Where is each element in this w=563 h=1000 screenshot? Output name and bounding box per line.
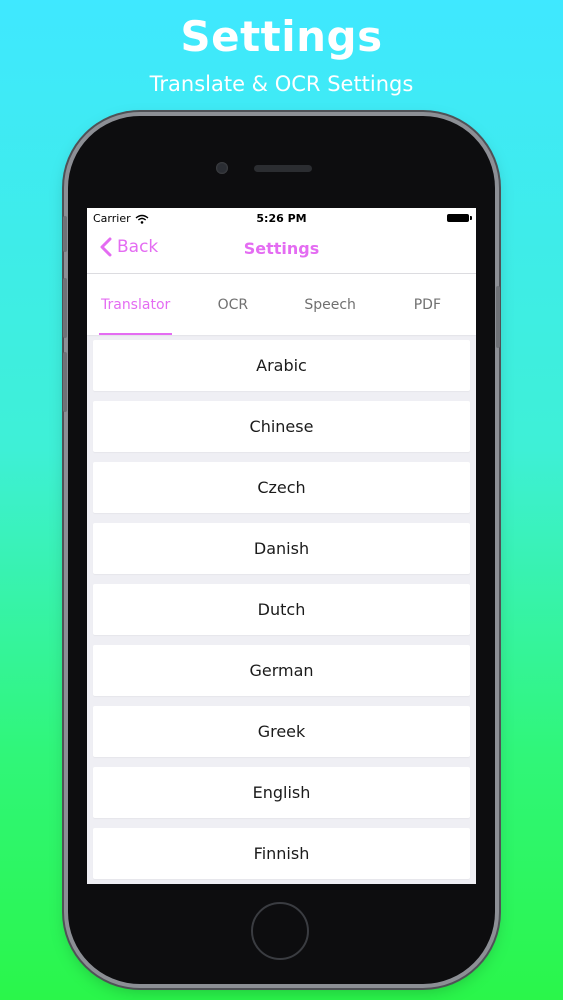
language-item-dutch[interactable]: Dutch [93, 584, 470, 635]
power-button [496, 286, 500, 348]
promo-title: Settings [180, 12, 383, 61]
language-item-chinese[interactable]: Chinese [93, 401, 470, 452]
language-item-english[interactable]: English [93, 767, 470, 818]
battery-icon [447, 214, 472, 222]
settings-tabs: Translator OCR Speech PDF [87, 274, 476, 335]
status-time: 5:26 PM [256, 212, 307, 225]
volume-up-button [63, 278, 67, 338]
mute-switch [63, 216, 67, 252]
language-list: Arabic Chinese Czech Danish Dutch German… [87, 335, 476, 879]
earpiece-speaker [254, 165, 312, 172]
front-camera [216, 162, 228, 174]
volume-down-button [63, 352, 67, 412]
language-item-finnish[interactable]: Finnish [93, 828, 470, 879]
phone-frame: Carrier 5:26 PM Back Settings Translator [63, 116, 500, 984]
tab-translator[interactable]: Translator [87, 274, 184, 335]
language-item-german[interactable]: German [93, 645, 470, 696]
promo-subtitle: Translate & OCR Settings [149, 72, 414, 96]
phone-screen: Carrier 5:26 PM Back Settings Translator [87, 208, 476, 884]
navigation-bar: Back Settings [87, 228, 476, 274]
tab-pdf[interactable]: PDF [379, 274, 476, 335]
nav-title: Settings [243, 239, 320, 258]
status-bar: Carrier 5:26 PM [87, 208, 476, 228]
language-item-danish[interactable]: Danish [93, 523, 470, 574]
language-item-greek[interactable]: Greek [93, 706, 470, 757]
tab-speech[interactable]: Speech [282, 274, 379, 335]
language-item-czech[interactable]: Czech [93, 462, 470, 513]
tab-ocr[interactable]: OCR [184, 274, 281, 335]
home-button[interactable] [251, 902, 309, 960]
language-item-arabic[interactable]: Arabic [93, 340, 470, 391]
